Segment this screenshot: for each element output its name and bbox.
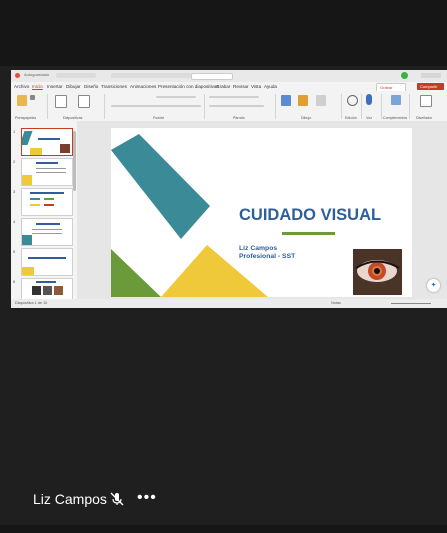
slide-canvas: CUIDADO VISUAL Liz Campos Profesional - … — [77, 121, 447, 299]
microphone-muted-icon — [110, 492, 124, 506]
slide-thumbnail[interactable] — [21, 188, 73, 216]
slide-thumbnail[interactable] — [21, 248, 73, 276]
teal-shape — [111, 134, 210, 239]
close-icon[interactable] — [15, 73, 20, 78]
notes-button[interactable]: Notas — [331, 301, 341, 305]
ribbon: Portapapeles Diapositivas Fuente Párrafo… — [11, 91, 447, 122]
author-name: Liz Campos — [239, 245, 278, 252]
status-bar: Diapositiva 1 de 10 Notas — [11, 299, 447, 308]
group-label-clipboard: Portapapeles — [15, 116, 37, 120]
add-ins-icon[interactable] — [391, 95, 401, 105]
green-shape — [111, 249, 161, 297]
shapes-icon[interactable] — [281, 95, 291, 106]
copilot-icon[interactable]: ✦ — [427, 279, 440, 292]
search-box[interactable] — [191, 73, 233, 80]
tab-ayuda[interactable]: Ayuda — [264, 84, 277, 89]
avatar[interactable] — [401, 72, 408, 79]
paste-icon[interactable] — [17, 95, 27, 106]
slide-thumbnail[interactable] — [21, 158, 73, 186]
zoom-slider[interactable] — [391, 303, 431, 304]
reuse-slides-icon[interactable] — [78, 95, 90, 108]
slide-counter: Diapositiva 1 de 10 — [15, 301, 48, 305]
group-label-designer: Diseñador — [416, 116, 433, 120]
arrange-icon[interactable] — [298, 95, 308, 106]
tab-insertar[interactable]: Insertar — [47, 84, 63, 89]
slide-thumbnail-pane: 1 2 3 4 5 6 — [11, 121, 78, 306]
tab-dibujar[interactable]: Dibujar — [66, 84, 81, 89]
tab-vista[interactable]: Vista — [251, 84, 261, 89]
group-label-slides: Diapositivas — [63, 116, 83, 120]
search-icon[interactable] — [347, 95, 358, 106]
tab-revisar[interactable]: Revisar — [233, 84, 249, 89]
group-label-font: Fuente — [153, 116, 165, 120]
dictate-icon[interactable] — [366, 94, 372, 105]
scrollbar[interactable] — [73, 131, 76, 191]
slide-title: CUIDADO VISUAL — [239, 206, 382, 224]
group-label-paragraph: Párrafo — [233, 116, 245, 120]
tab-archivo[interactable]: Archivo — [14, 84, 29, 89]
meeting-bottom-bar — [0, 525, 447, 533]
share-button[interactable]: Compartir — [417, 83, 444, 90]
shared-screen: Autoguardado Archivo Inicio Insertar Dib… — [11, 70, 447, 308]
tab-inicio[interactable]: Inicio — [32, 84, 43, 89]
tab-animaciones[interactable]: Animaciones — [130, 84, 156, 89]
window-titlebar: Autoguardado — [11, 70, 447, 82]
group-label-voice: Voz — [366, 116, 372, 120]
more-options-icon[interactable]: ••• — [137, 490, 157, 506]
designer-icon[interactable] — [420, 95, 432, 107]
cut-icon[interactable] — [30, 95, 35, 100]
meeting-top-bar — [0, 0, 447, 66]
group-label-drawing: Dibujo — [301, 116, 312, 120]
tab-diseno[interactable]: Diseño — [84, 84, 98, 89]
slide-thumbnail[interactable] — [21, 128, 73, 156]
new-slide-icon[interactable] — [55, 95, 67, 108]
participant-name: Liz Campos — [33, 491, 107, 507]
window-controls[interactable] — [421, 73, 441, 78]
author-block: Liz Campos Profesional - SST — [239, 245, 295, 261]
tab-transiciones[interactable]: Transiciones — [101, 84, 127, 89]
title-underline — [282, 232, 335, 235]
eye-image — [353, 249, 402, 295]
tab-presentacion[interactable]: Presentación con diapositivas — [158, 84, 219, 89]
ribbon-tab-bar: Archivo Inicio Insertar Dibujar Diseño T… — [11, 82, 447, 92]
group-label-editing: Edición — [345, 116, 357, 120]
autosave-label[interactable]: Autoguardado — [24, 72, 49, 77]
record-button[interactable]: Grabar — [380, 85, 392, 90]
current-slide[interactable]: CUIDADO VISUAL Liz Campos Profesional - … — [111, 128, 412, 297]
group-label-addins: Complementos — [383, 116, 408, 120]
tab-grabar[interactable]: Grabar — [216, 84, 230, 89]
quick-styles-icon[interactable] — [316, 95, 326, 106]
slide-thumbnail[interactable] — [21, 218, 73, 246]
author-role: Profesional - SST — [239, 253, 296, 260]
